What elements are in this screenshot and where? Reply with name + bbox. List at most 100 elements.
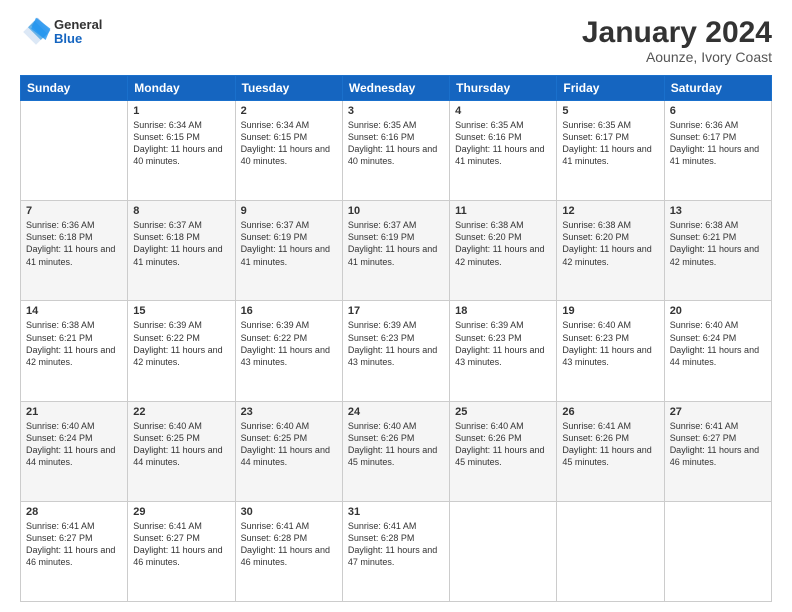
header-row: Sunday Monday Tuesday Wednesday Thursday…	[21, 76, 772, 101]
calendar-cell: 21 Sunrise: 6:40 AMSunset: 6:24 PMDayligh…	[21, 401, 128, 501]
cell-info: Sunrise: 6:36 AMSunset: 6:17 PMDaylight:…	[670, 119, 766, 168]
cell-info: Sunrise: 6:36 AMSunset: 6:18 PMDaylight:…	[26, 219, 122, 268]
day-number: 26	[562, 406, 658, 418]
calendar-cell	[450, 501, 557, 601]
cell-info: Sunrise: 6:41 AMSunset: 6:27 PMDaylight:…	[670, 420, 766, 469]
calendar-cell: 20 Sunrise: 6:40 AMSunset: 6:24 PMDayligh…	[664, 301, 771, 401]
col-thursday: Thursday	[450, 76, 557, 101]
cell-info: Sunrise: 6:38 AMSunset: 6:21 PMDaylight:…	[670, 219, 766, 268]
day-number: 24	[348, 406, 444, 418]
day-number: 9	[241, 205, 337, 217]
calendar-cell: 22 Sunrise: 6:40 AMSunset: 6:25 PMDayligh…	[128, 401, 235, 501]
calendar-cell	[21, 101, 128, 201]
day-number: 6	[670, 105, 766, 117]
calendar-table: Sunday Monday Tuesday Wednesday Thursday…	[20, 75, 772, 602]
calendar-cell: 4Sunrise: 6:35 AMSunset: 6:16 PMDaylight…	[450, 101, 557, 201]
day-number: 12	[562, 205, 658, 217]
calendar-cell: 30 Sunrise: 6:41 AMSunset: 6:28 PMDayligh…	[235, 501, 342, 601]
day-number: 20	[670, 305, 766, 317]
title-block: January 2024 Aounze, Ivory Coast	[582, 16, 772, 65]
calendar-week-row: 7 Sunrise: 6:36 AMSunset: 6:18 PMDaylight…	[21, 201, 772, 301]
calendar-cell: 18Sunrise: 6:39 AMSunset: 6:23 PMDayligh…	[450, 301, 557, 401]
day-number: 13	[670, 205, 766, 217]
day-number: 16	[241, 305, 337, 317]
day-number: 19	[562, 305, 658, 317]
col-wednesday: Wednesday	[342, 76, 449, 101]
calendar-subtitle: Aounze, Ivory Coast	[582, 49, 772, 65]
cell-info: Sunrise: 6:40 AMSunset: 6:26 PMDaylight:…	[455, 420, 551, 469]
day-number: 31	[348, 506, 444, 518]
calendar-cell: 11 Sunrise: 6:38 AMSunset: 6:20 PMDayligh…	[450, 201, 557, 301]
cell-info: Sunrise: 6:40 AMSunset: 6:24 PMDaylight:…	[670, 319, 766, 368]
calendar-cell: 27Sunrise: 6:41 AMSunset: 6:27 PMDayligh…	[664, 401, 771, 501]
logo: General Blue	[20, 16, 102, 48]
logo-text: General Blue	[54, 18, 102, 47]
day-number: 17	[348, 305, 444, 317]
day-number: 18	[455, 305, 551, 317]
calendar-cell: 13 Sunrise: 6:38 AMSunset: 6:21 PMDayligh…	[664, 201, 771, 301]
cell-info: Sunrise: 6:37 AMSunset: 6:18 PMDaylight:…	[133, 219, 229, 268]
day-number: 29	[133, 506, 229, 518]
calendar-cell: 31 Sunrise: 6:41 AMSunset: 6:28 PMDayligh…	[342, 501, 449, 601]
cell-info: Sunrise: 6:41 AMSunset: 6:28 PMDaylight:…	[348, 520, 444, 569]
calendar-title: January 2024	[582, 16, 772, 49]
calendar-cell: 1Sunrise: 6:34 AMSunset: 6:15 PMDaylight…	[128, 101, 235, 201]
day-number: 23	[241, 406, 337, 418]
calendar-cell: 14Sunrise: 6:38 AMSunset: 6:21 PMDayligh…	[21, 301, 128, 401]
cell-info: Sunrise: 6:40 AMSunset: 6:25 PMDaylight:…	[241, 420, 337, 469]
cell-info: Sunrise: 6:39 AMSunset: 6:23 PMDaylight:…	[348, 319, 444, 368]
calendar-cell: 6 Sunrise: 6:36 AMSunset: 6:17 PMDaylight…	[664, 101, 771, 201]
col-sunday: Sunday	[21, 76, 128, 101]
cell-info: Sunrise: 6:40 AMSunset: 6:25 PMDaylight:…	[133, 420, 229, 469]
calendar-cell: 10 Sunrise: 6:37 AMSunset: 6:19 PMDayligh…	[342, 201, 449, 301]
day-number: 25	[455, 406, 551, 418]
calendar-cell: 3 Sunrise: 6:35 AMSunset: 6:16 PMDaylight…	[342, 101, 449, 201]
page: General Blue January 2024 Aounze, Ivory …	[0, 0, 792, 612]
cell-info: Sunrise: 6:37 AMSunset: 6:19 PMDaylight:…	[241, 219, 337, 268]
cell-info: Sunrise: 6:41 AMSunset: 6:26 PMDaylight:…	[562, 420, 658, 469]
calendar-cell: 17 Sunrise: 6:39 AMSunset: 6:23 PMDayligh…	[342, 301, 449, 401]
calendar-cell: 2 Sunrise: 6:34 AMSunset: 6:15 PMDaylight…	[235, 101, 342, 201]
col-friday: Friday	[557, 76, 664, 101]
col-tuesday: Tuesday	[235, 76, 342, 101]
calendar-cell: 26 Sunrise: 6:41 AMSunset: 6:26 PMDayligh…	[557, 401, 664, 501]
cell-info: Sunrise: 6:37 AMSunset: 6:19 PMDaylight:…	[348, 219, 444, 268]
header: General Blue January 2024 Aounze, Ivory …	[20, 16, 772, 65]
calendar-cell	[557, 501, 664, 601]
calendar-cell: 28Sunrise: 6:41 AMSunset: 6:27 PMDayligh…	[21, 501, 128, 601]
calendar-week-row: 21 Sunrise: 6:40 AMSunset: 6:24 PMDayligh…	[21, 401, 772, 501]
calendar-cell: 5Sunrise: 6:35 AMSunset: 6:17 PMDaylight…	[557, 101, 664, 201]
col-saturday: Saturday	[664, 76, 771, 101]
day-number: 10	[348, 205, 444, 217]
cell-info: Sunrise: 6:40 AMSunset: 6:24 PMDaylight:…	[26, 420, 122, 469]
calendar-cell: 16 Sunrise: 6:39 AMSunset: 6:22 PMDayligh…	[235, 301, 342, 401]
cell-info: Sunrise: 6:40 AMSunset: 6:23 PMDaylight:…	[562, 319, 658, 368]
cell-info: Sunrise: 6:35 AMSunset: 6:16 PMDaylight:…	[348, 119, 444, 168]
day-number: 11	[455, 205, 551, 217]
day-number: 30	[241, 506, 337, 518]
cell-info: Sunrise: 6:38 AMSunset: 6:20 PMDaylight:…	[455, 219, 551, 268]
calendar-cell: 24Sunrise: 6:40 AMSunset: 6:26 PMDayligh…	[342, 401, 449, 501]
cell-info: Sunrise: 6:34 AMSunset: 6:15 PMDaylight:…	[133, 119, 229, 168]
day-number: 2	[241, 105, 337, 117]
logo-blue: Blue	[54, 32, 102, 46]
logo-icon	[20, 16, 52, 48]
day-number: 3	[348, 105, 444, 117]
day-number: 15	[133, 305, 229, 317]
cell-info: Sunrise: 6:41 AMSunset: 6:27 PMDaylight:…	[133, 520, 229, 569]
cell-info: Sunrise: 6:39 AMSunset: 6:22 PMDaylight:…	[241, 319, 337, 368]
calendar-cell: 9 Sunrise: 6:37 AMSunset: 6:19 PMDaylight…	[235, 201, 342, 301]
cell-info: Sunrise: 6:39 AMSunset: 6:22 PMDaylight:…	[133, 319, 229, 368]
calendar-cell: 15 Sunrise: 6:39 AMSunset: 6:22 PMDayligh…	[128, 301, 235, 401]
day-number: 21	[26, 406, 122, 418]
day-number: 14	[26, 305, 122, 317]
cell-info: Sunrise: 6:35 AMSunset: 6:16 PMDaylight:…	[455, 119, 551, 168]
day-number: 7	[26, 205, 122, 217]
day-number: 22	[133, 406, 229, 418]
cell-info: Sunrise: 6:41 AMSunset: 6:28 PMDaylight:…	[241, 520, 337, 569]
calendar-week-row: 28 Sunrise: 6:41 AMSunset: 6:27 PMDayligh…	[21, 501, 772, 601]
calendar-cell: 29 Sunrise: 6:41 AMSunset: 6:27 PMDayligh…	[128, 501, 235, 601]
cell-info: Sunrise: 6:34 AMSunset: 6:15 PMDaylight:…	[241, 119, 337, 168]
calendar-week-row: 14Sunrise: 6:38 AMSunset: 6:21 PMDayligh…	[21, 301, 772, 401]
day-number: 28	[26, 506, 122, 518]
